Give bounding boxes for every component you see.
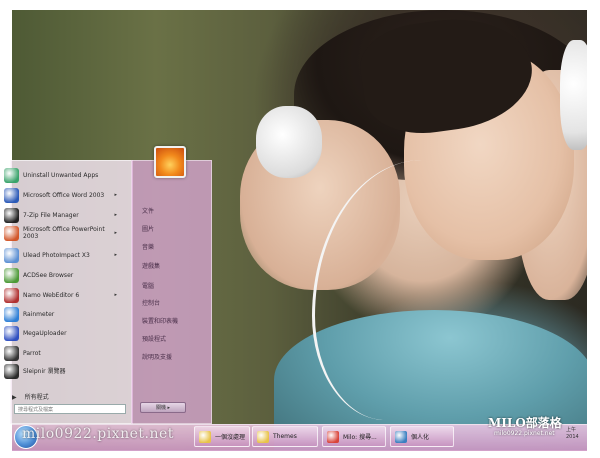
submenu-arrow-icon: ▸ — [114, 252, 117, 258]
taskbar-button[interactable]: Milo: 搜尋... — [322, 426, 386, 447]
submenu-arrow-icon: ▸ — [114, 292, 117, 298]
search-input[interactable]: 搜尋程式及檔案 — [14, 404, 126, 414]
screenshot-frame: Uninstall Unwanted Apps Microsoft Office … — [0, 0, 600, 458]
program-item[interactable]: 7-Zip File Manager ▸ — [4, 206, 119, 224]
program-item[interactable]: ACDSee Browser — [4, 266, 119, 284]
program-label: ACDSee Browser — [23, 271, 74, 279]
shutdown-label: 關機 — [155, 405, 166, 411]
shutdown-button[interactable]: 關機 ▸ — [140, 402, 186, 413]
taskbar-clock[interactable]: 上午 2014 — [566, 427, 586, 441]
taskbar-button-label: 一個沒處理 — [215, 434, 246, 441]
megauploader-icon — [4, 325, 19, 341]
taskbar-button[interactable]: Themes — [252, 426, 318, 447]
acdsee-icon — [4, 267, 19, 283]
program-label: 7-Zip File Manager — [23, 211, 79, 219]
places-item[interactable]: 電腦 — [142, 281, 154, 290]
watermark-brand: MILO部落格 — [488, 416, 562, 430]
places-item[interactable]: 音樂 — [142, 242, 154, 251]
chrome-icon — [327, 430, 339, 443]
program-label: Sleipnir 瀏覽器 — [23, 367, 66, 375]
parrot-icon — [4, 345, 19, 361]
headphone-right — [560, 40, 587, 150]
submenu-arrow-icon: ▸ — [114, 230, 117, 236]
program-item[interactable]: Namo WebEditor 6 ▸ — [4, 286, 119, 304]
places-item[interactable]: 遊戲集 — [142, 261, 160, 270]
7zip-icon — [4, 207, 19, 223]
program-item[interactable]: Microsoft Office Word 2003 ▸ — [4, 186, 119, 204]
namo-icon — [4, 287, 19, 303]
sleipnir-icon — [4, 363, 19, 379]
folder-icon — [199, 430, 211, 443]
program-label: Uninstall Unwanted Apps — [23, 171, 99, 179]
program-item[interactable]: Sleipnir 瀏覽器 — [4, 362, 119, 380]
watermark-left: milo0922.pixnet.net — [22, 426, 174, 442]
program-item[interactable]: Parrot — [4, 344, 119, 362]
program-item[interactable]: MegaUploader — [4, 324, 119, 342]
program-item[interactable]: Microsoft Office PowerPoint 2003 ▸ — [4, 224, 119, 242]
places-item[interactable]: 文件 — [142, 206, 154, 215]
places-item[interactable]: 裝置和印表機 — [142, 316, 178, 325]
program-label: MegaUploader — [23, 329, 67, 337]
places-item[interactable]: 控制台 — [142, 298, 160, 307]
taskbar-button[interactable]: 一個沒處理 — [194, 426, 250, 447]
program-label: Microsoft Office Word 2003 — [23, 191, 105, 199]
user-picture[interactable] — [154, 146, 186, 178]
places-item[interactable]: 預設程式 — [142, 334, 166, 343]
places-item[interactable]: 圖片 — [142, 224, 154, 233]
taskbar-button-label: Milo: 搜尋... — [343, 434, 377, 441]
all-programs-label: 所有程式 — [24, 393, 49, 401]
taskbar-button-label: Themes — [273, 433, 297, 440]
watermark-url: milo0922.pixnet.net — [494, 430, 555, 437]
submenu-arrow-icon: ▸ — [114, 212, 117, 218]
rainmeter-icon — [4, 306, 19, 322]
program-item[interactable]: Ulead PhotoImpact X3 ▸ — [4, 246, 119, 264]
personalize-icon — [395, 430, 407, 443]
uninstall-icon — [4, 167, 19, 183]
photoimpact-icon — [4, 247, 19, 263]
places-item[interactable]: 說明及支援 — [142, 352, 172, 361]
start-menu-places-pane — [131, 160, 212, 424]
search-placeholder: 搜尋程式及檔案 — [18, 407, 54, 413]
program-item[interactable]: Rainmeter — [4, 305, 119, 323]
program-label: Namo WebEditor 6 — [23, 291, 80, 299]
headphone-left — [256, 106, 322, 178]
program-label: Microsoft Office PowerPoint 2003 — [23, 226, 105, 240]
program-label: Parrot — [23, 349, 41, 357]
program-label: Ulead PhotoImpact X3 — [23, 251, 90, 259]
powerpoint-icon — [4, 225, 19, 241]
folder-icon — [257, 430, 269, 443]
program-label: Rainmeter — [23, 310, 55, 318]
right-arrow-icon: ▶ — [12, 393, 17, 401]
program-item[interactable]: Uninstall Unwanted Apps — [4, 166, 119, 184]
word-icon — [4, 187, 19, 203]
taskbar-button[interactable]: 個人化 — [390, 426, 454, 447]
submenu-arrow-icon: ▸ — [114, 192, 117, 198]
taskbar-button-label: 個人化 — [411, 434, 430, 441]
